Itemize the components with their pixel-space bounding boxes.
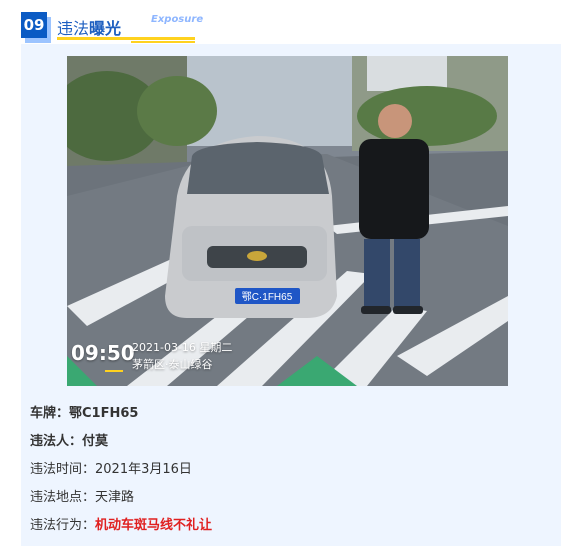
photo-date: 2021-03-16 星期二 bbox=[132, 341, 233, 354]
time-label: 违法时间： bbox=[30, 462, 96, 477]
person-row: 违法人：付莫 bbox=[30, 430, 108, 449]
title-underline-secondary bbox=[131, 41, 195, 43]
title-prefix: 违法 bbox=[57, 19, 90, 38]
time-value: 2021年3月16日 bbox=[95, 462, 192, 477]
section-title: 违法曝光 bbox=[57, 15, 121, 39]
behavior-value: 机动车斑马线不礼让 bbox=[95, 518, 213, 533]
title-highlight: 曝光 bbox=[89, 19, 122, 38]
content-card: 鄂C·1FH65 09:50 2021-03-16 星期二 茅箭区·泰山绿谷 车… bbox=[21, 44, 561, 546]
time-row: 违法时间：2021年3月16日 bbox=[30, 458, 192, 477]
section-number-badge: 09 bbox=[21, 12, 47, 38]
behavior-row: 违法行为：机动车斑马线不礼让 bbox=[30, 514, 212, 533]
section-header: 09 违法曝光 Exposure bbox=[21, 12, 561, 44]
place-value: 天津路 bbox=[95, 490, 135, 505]
plate-value: 鄂C1FH65 bbox=[69, 406, 139, 421]
violation-photo: 鄂C·1FH65 09:50 2021-03-16 星期二 茅箭区·泰山绿谷 bbox=[67, 56, 508, 386]
photo-location: 茅箭区·泰山绿谷 bbox=[132, 358, 213, 371]
title-underline bbox=[57, 37, 195, 40]
behavior-label: 违法行为： bbox=[30, 518, 96, 533]
photo-time-underline bbox=[105, 370, 123, 372]
plate-row: 车牌：鄂C1FH65 bbox=[30, 402, 138, 421]
place-label: 违法地点： bbox=[30, 490, 96, 505]
plate-label: 车牌： bbox=[30, 406, 70, 421]
place-row: 违法地点：天津路 bbox=[30, 486, 134, 505]
person-label: 违法人： bbox=[30, 434, 83, 449]
street-scene-illustration: 鄂C·1FH65 bbox=[67, 56, 508, 386]
person-value: 付莫 bbox=[82, 434, 109, 449]
title-english: Exposure bbox=[151, 14, 204, 25]
license-plate: 鄂C·1FH65 bbox=[242, 291, 293, 303]
photo-time: 09:50 bbox=[71, 341, 135, 365]
